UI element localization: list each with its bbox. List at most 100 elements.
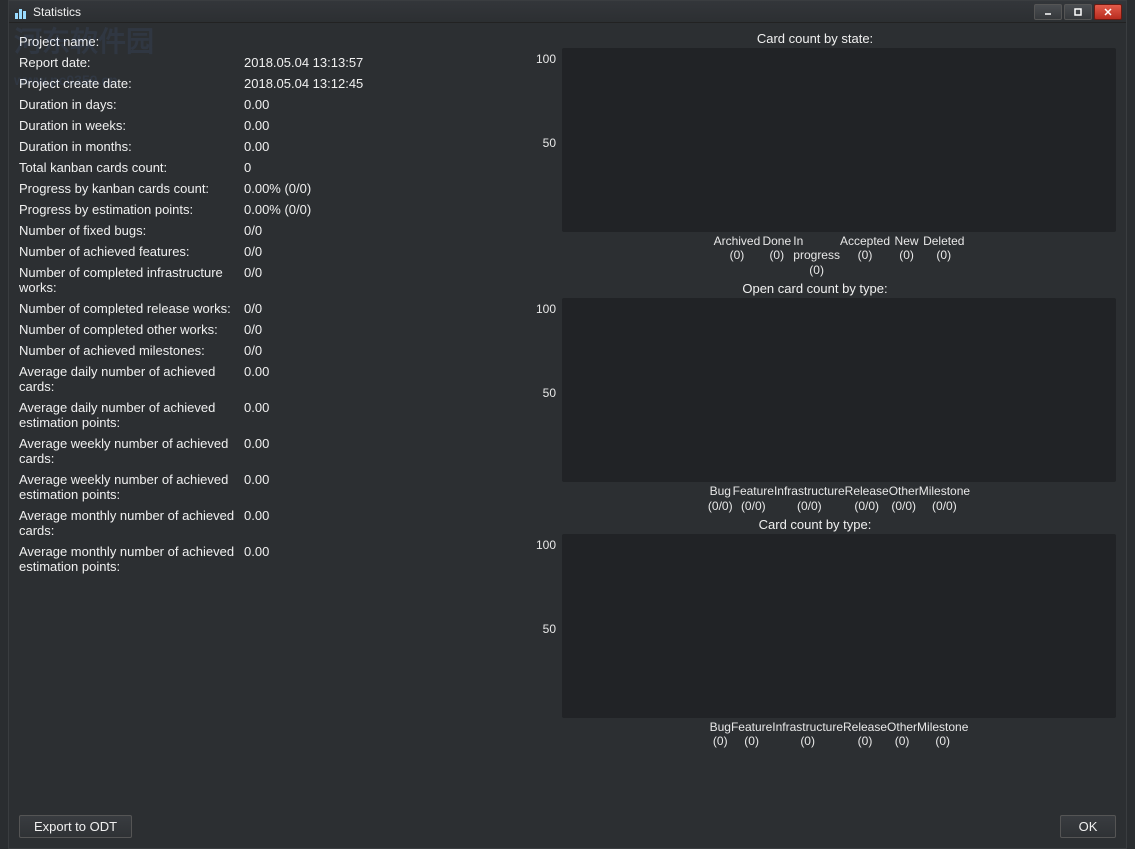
x-category: Bug(0/0) <box>708 484 733 513</box>
y-tick: 50 <box>543 136 556 150</box>
stat-row: Average monthly number of achieved cards… <box>19 505 504 541</box>
stat-label: Duration in days: <box>19 94 244 115</box>
x-category: Done(0) <box>760 234 793 277</box>
stat-value: 0/0 <box>244 262 504 298</box>
y-axis: 10050 <box>514 298 562 482</box>
x-cat-count: (0) <box>744 734 759 748</box>
chart-group: Open card count by type: 10050 Bug(0/0)Fea… <box>514 281 1116 513</box>
x-cat-count: (0) <box>713 734 728 748</box>
x-category: Release(0) <box>843 720 887 749</box>
chart-row: 10050 <box>514 298 1116 482</box>
stat-label: Average weekly number of achieved estima… <box>19 469 244 505</box>
chart-group: Card count by type:10050Bug(0)Feature(0)… <box>514 517 1116 749</box>
y-tick: 50 <box>543 622 556 636</box>
x-cat-name: Milestone <box>917 720 968 734</box>
titlebar[interactable]: Statistics <box>9 1 1126 23</box>
stat-row: Number of completed infrastructure works… <box>19 262 504 298</box>
stat-value: 2018.05.04 13:12:45 <box>244 73 504 94</box>
x-cat-name: Bug <box>710 720 731 734</box>
stat-row: Project create date:2018.05.04 13:12:45 <box>19 73 504 94</box>
stat-value: 0.00 <box>244 397 504 433</box>
stat-row: Average daily number of achieved cards:0… <box>19 361 504 397</box>
content-area: Project name:Report date:2018.05.04 13:1… <box>9 23 1126 807</box>
stat-row: Number of completed other works:0/0 <box>19 319 504 340</box>
stats-icon <box>13 5 27 19</box>
stat-row: Number of achieved features:0/0 <box>19 241 504 262</box>
y-axis: 100 50 <box>514 534 562 718</box>
stat-label: Duration in months: <box>19 136 244 157</box>
x-category: Bug(0) <box>710 720 731 749</box>
x-category: New(0) <box>890 234 923 277</box>
x-category: Other(0) <box>887 720 917 749</box>
stat-row: Average weekly number of achieved cards:… <box>19 433 504 469</box>
stat-value: 0/0 <box>244 319 504 340</box>
stat-value: 0.00 <box>244 505 504 541</box>
chart-group: Card count by state:10050Archived(0)Done… <box>514 31 1116 277</box>
stat-label: Average weekly number of achieved cards: <box>19 433 244 469</box>
x-cat-count: (0/0) <box>932 499 957 513</box>
x-cat-name: Done <box>762 234 791 248</box>
x-cat-name: Other <box>887 720 917 734</box>
stat-value: 2018.05.04 13:13:57 <box>244 52 504 73</box>
x-cat-name: Archived <box>714 234 761 248</box>
y-tick: 100 <box>536 52 556 66</box>
x-cat-name: Feature <box>733 484 774 498</box>
maximize-button[interactable] <box>1064 4 1092 20</box>
stat-label: Average monthly number of achieved cards… <box>19 505 244 541</box>
x-cat-count: (0/0) <box>708 499 733 513</box>
x-category: Deleted(0) <box>923 234 964 277</box>
y-axis: 100 50 <box>514 48 562 232</box>
x-axis: Archived(0)Done(0)In progress(0)Accepted… <box>714 234 965 277</box>
stat-label: Number of fixed bugs: <box>19 220 244 241</box>
stat-row: Duration in days:0.00 <box>19 94 504 115</box>
stat-label: Number of completed release works: <box>19 298 244 319</box>
ok-button[interactable]: OK <box>1060 815 1116 838</box>
stat-row: Average monthly number of achieved estim… <box>19 541 504 577</box>
chart-title: Open card count by type: <box>742 281 887 296</box>
stat-value: 0.00% (0/0) <box>244 199 504 220</box>
stat-label: Progress by kanban cards count: <box>19 178 244 199</box>
chart-plot <box>562 48 1116 232</box>
x-cat-name: Other <box>889 484 919 498</box>
x-cat-count: (0) <box>769 248 784 262</box>
stats-panel: Project name:Report date:2018.05.04 13:1… <box>19 31 504 807</box>
chart-row: 100 50 <box>514 534 1116 718</box>
export-button[interactable]: Export to ODT <box>19 815 132 838</box>
chart-plot <box>562 298 1116 482</box>
stat-label: Duration in weeks: <box>19 115 244 136</box>
stat-row: Project name: <box>19 31 504 52</box>
stat-label: Number of completed infrastructure works… <box>19 262 244 298</box>
stat-label: Number of completed other works: <box>19 319 244 340</box>
x-cat-count: (0) <box>730 248 745 262</box>
stat-value: 0.00 <box>244 433 504 469</box>
close-button[interactable] <box>1094 4 1122 20</box>
stat-value: 0.00 <box>244 469 504 505</box>
stat-value: 0/0 <box>244 298 504 319</box>
stat-label: Average daily number of achieved estimat… <box>19 397 244 433</box>
x-category: Feature(0/0) <box>733 484 774 513</box>
x-cat-count: (0) <box>800 734 815 748</box>
stat-label: Number of achieved features: <box>19 241 244 262</box>
stats-table: Project name:Report date:2018.05.04 13:1… <box>19 31 504 577</box>
stat-row: Progress by estimation points:0.00% (0/0… <box>19 199 504 220</box>
x-category: Other(0/0) <box>889 484 919 513</box>
x-cat-name: Infrastructure <box>772 720 843 734</box>
x-axis: Bug(0)Feature(0)Infrastructure(0)Release… <box>710 720 969 749</box>
x-category: Infrastructure(0/0) <box>774 484 845 513</box>
x-cat-count: (0/0) <box>854 499 879 513</box>
stat-row: Average weekly number of achieved estima… <box>19 469 504 505</box>
stat-row: Progress by kanban cards count:0.00% (0/… <box>19 178 504 199</box>
stat-label: Average daily number of achieved cards: <box>19 361 244 397</box>
stat-row: Total kanban cards count:0 <box>19 157 504 178</box>
stat-value: 0/0 <box>244 220 504 241</box>
minimize-button[interactable] <box>1034 4 1062 20</box>
x-category: Infrastructure(0) <box>772 720 843 749</box>
stat-value: 0.00% (0/0) <box>244 178 504 199</box>
x-cat-name: Release <box>843 720 887 734</box>
x-cat-name: Accepted <box>840 234 890 248</box>
y-tick: 100 <box>536 538 556 552</box>
chart-plot <box>562 534 1116 718</box>
x-cat-name: Release <box>845 484 889 498</box>
stat-label: Number of achieved milestones: <box>19 340 244 361</box>
chart-title: Card count by state: <box>757 31 873 46</box>
